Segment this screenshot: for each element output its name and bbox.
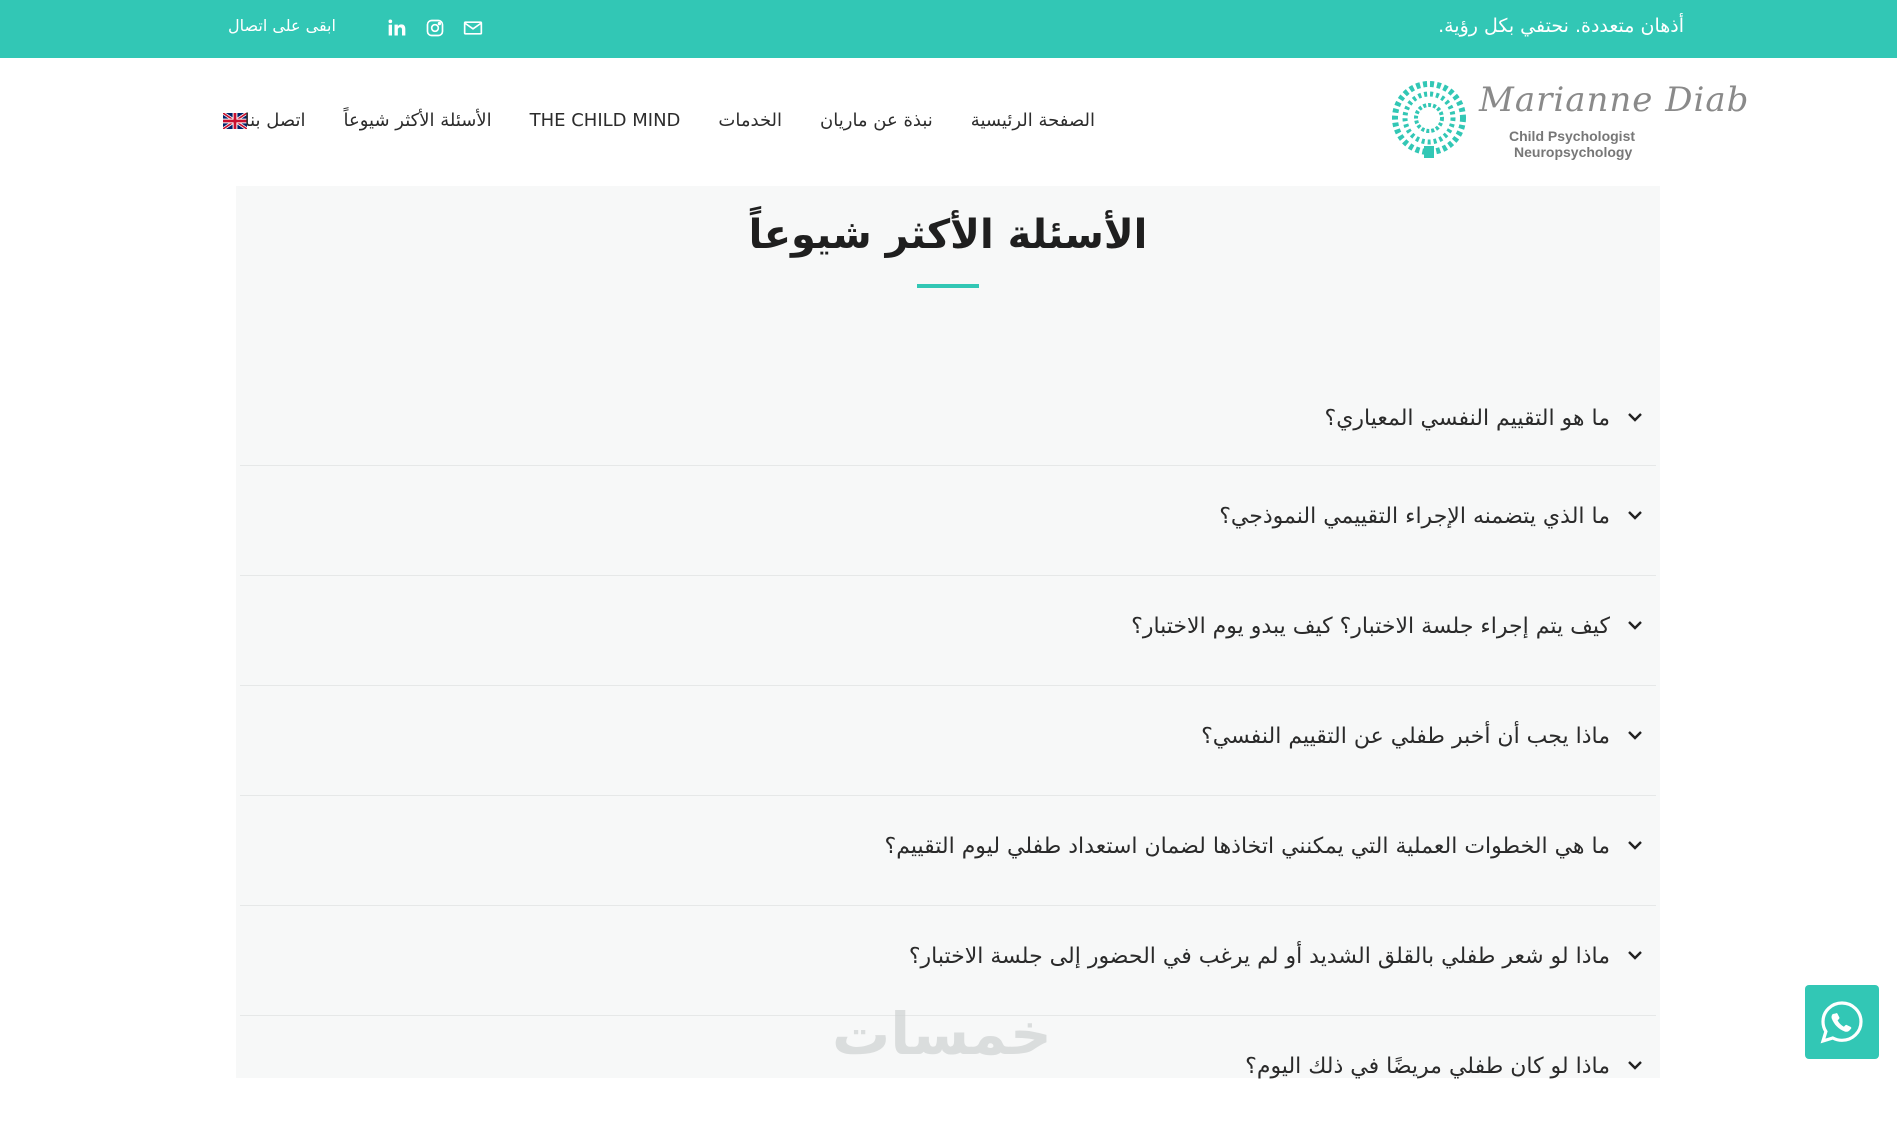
nav-services[interactable]: الخدمات	[718, 110, 782, 131]
social-links	[386, 17, 484, 39]
nav-home[interactable]: الصفحة الرئيسية	[971, 110, 1095, 131]
chevron-down-icon	[1628, 511, 1642, 520]
whatsapp-button[interactable]	[1805, 985, 1879, 1059]
faq-question: ماذا يجب أن أخبر طفلي عن التقييم النفسي؟	[1201, 724, 1610, 749]
whatsapp-icon	[1820, 1001, 1863, 1044]
faq-item[interactable]: ما هي الخطوات العملية التي يمكنني اتخاذه…	[240, 796, 1656, 906]
chevron-down-icon	[1628, 951, 1642, 960]
watermark: خمسات	[832, 1000, 1052, 1068]
logo-script: Marianne Diab	[1479, 80, 1750, 120]
page-title: الأسئلة الأكثر شيوعاً	[748, 212, 1148, 258]
stay-connected-label: ابقى على اتصال	[228, 16, 336, 35]
instagram-icon[interactable]	[424, 17, 446, 39]
nav-contact[interactable]: اتصل بنا	[245, 110, 306, 131]
chevron-down-icon	[1628, 841, 1642, 850]
faq-question: ما الذي يتضمنه الإجراء التقييمي النموذجي…	[1219, 504, 1610, 529]
faq-question: ما هي الخطوات العملية التي يمكنني اتخاذه…	[884, 834, 1610, 859]
site-header: الصفحة الرئيسية نبذة عن ماريان الخدمات T…	[0, 58, 1897, 186]
nav-faq[interactable]: الأسئلة الأكثر شيوعاً	[344, 110, 492, 131]
faq-section: الأسئلة الأكثر شيوعاً ما هو التقييم النف…	[236, 186, 1660, 1079]
faq-question: ما هو التقييم النفسي المعياري؟	[1324, 406, 1610, 431]
email-icon[interactable]	[462, 17, 484, 39]
faq-item[interactable]: كيف يتم إجراء جلسة الاختبار؟ كيف يبدو يو…	[240, 576, 1656, 686]
faq-item[interactable]: ماذا يجب أن أخبر طفلي عن التقييم النفسي؟	[240, 686, 1656, 796]
logo-subtitle-2: Neuropsychology	[1514, 144, 1633, 160]
uk-flag-icon[interactable]	[222, 111, 248, 131]
main-nav: الصفحة الرئيسية نبذة عن ماريان الخدمات T…	[245, 110, 1095, 131]
chevron-down-icon	[1628, 1061, 1642, 1070]
faq-question: ماذا لو كان طفلي مريضًا في ذلك اليوم؟	[1245, 1054, 1610, 1079]
logo-subtitle-1: Child Psychologist	[1509, 128, 1636, 144]
chevron-down-icon	[1628, 621, 1642, 630]
nav-about[interactable]: نبذة عن ماريان	[820, 110, 933, 131]
faq-question: كيف يتم إجراء جلسة الاختبار؟ كيف يبدو يو…	[1131, 614, 1610, 639]
chevron-down-icon	[1628, 731, 1642, 740]
chevron-down-icon	[1628, 413, 1642, 422]
site-tagline: أذهان متعددة. نحتفي بكل رؤية.	[1438, 15, 1684, 37]
faq-question: ماذا لو شعر طفلي بالقلق الشديد أو لم يرغ…	[908, 944, 1610, 969]
title-underline	[917, 284, 979, 288]
linkedin-icon[interactable]	[386, 17, 408, 39]
faq-item[interactable]: ما هو التقييم النفسي المعياري؟	[240, 356, 1656, 466]
faq-item[interactable]: ما الذي يتضمنه الإجراء التقييمي النموذجي…	[240, 466, 1656, 576]
site-logo[interactable]: Marianne Diab Child Psychologist Neurops…	[1389, 78, 1748, 164]
logo-emblem-icon	[1392, 81, 1466, 158]
nav-child-mind[interactable]: THE CHILD MIND	[530, 110, 681, 131]
top-bar: ابقى على اتصال أذهان متعددة. نحتفي بكل ر…	[0, 0, 1897, 58]
